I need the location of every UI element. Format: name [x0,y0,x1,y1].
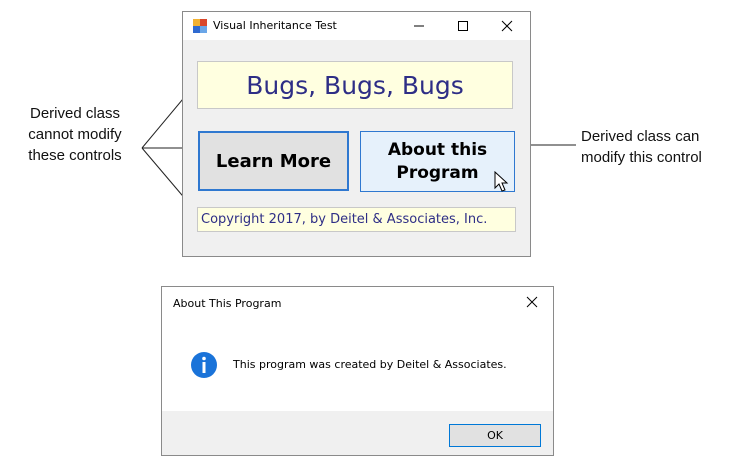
close-icon [526,296,538,308]
close-icon [501,20,513,32]
about-dialog: About This Program This program was crea… [161,286,554,456]
about-program-label: About this Program [387,139,488,183]
callout-left-text: Derived class cannot modify these contro… [28,105,122,164]
bugs-banner-label: Bugs, Bugs, Bugs [197,61,513,109]
dialog-title: About This Program [173,297,282,310]
mouse-cursor-icon [494,171,509,192]
minimize-button[interactable] [397,12,441,40]
ok-button[interactable]: OK [449,424,541,447]
dialog-button-bar: OK [162,411,553,455]
learn-more-button[interactable]: Learn More [198,131,349,191]
form-app-icon [193,19,207,33]
title-bar[interactable]: Visual Inheritance Test [183,12,530,40]
dialog-message: This program was created by Deitel & Ass… [233,358,507,371]
copyright-label: Copyright 2017, by Deitel & Associates, … [197,207,516,232]
close-button[interactable] [485,12,529,40]
visual-inheritance-window: Visual Inheritance Test Bugs, Bugs, Bugs… [182,11,531,257]
window-title: Visual Inheritance Test [213,19,337,32]
info-icon [191,352,217,378]
callout-right-text: Derived class can modify this control [581,128,702,166]
maximize-button[interactable] [441,12,485,40]
maximize-icon [458,21,468,31]
minimize-icon [414,25,424,27]
about-program-button[interactable]: About this Program [360,131,515,192]
dialog-close-button[interactable] [510,287,554,317]
